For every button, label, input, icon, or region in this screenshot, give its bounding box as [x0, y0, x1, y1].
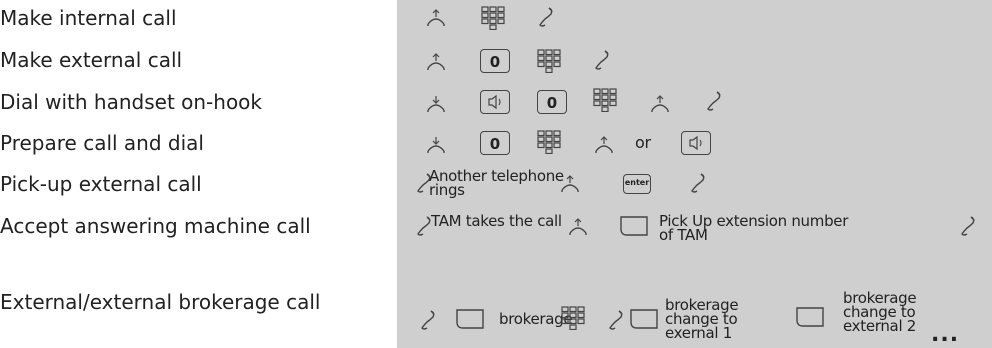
talk-icon — [607, 309, 625, 331]
handset-lift-icon — [425, 8, 447, 28]
talk-icon — [419, 309, 437, 331]
instruction-panel: 0 0 0 or Another telephone rings enter T… — [397, 0, 992, 348]
brokerage-step-text: exernal 1 — [665, 324, 732, 342]
handset-hangup-icon — [425, 135, 447, 155]
ellipsis: ... — [931, 322, 960, 347]
talk-icon — [593, 49, 611, 71]
handset-lift-icon — [425, 52, 447, 72]
procedure-label: Pick-up external call — [0, 172, 202, 196]
talk-icon — [689, 172, 707, 194]
function-key-icon — [795, 306, 825, 328]
handset-lift-icon — [567, 217, 589, 237]
speaker-key — [480, 90, 510, 114]
talk-icon — [705, 90, 723, 112]
handset-hangup-icon — [425, 94, 447, 114]
pickup-text: of TAM — [659, 226, 708, 244]
keypad-icon — [481, 6, 505, 30]
handset-lift-icon — [593, 135, 615, 155]
zero-key: 0 — [537, 90, 567, 114]
procedure-label: Make external call — [0, 48, 183, 72]
procedure-label: Dial with handset on-hook — [0, 90, 263, 114]
handset-lift-icon — [559, 174, 581, 194]
brokerage-step-text: external 2 — [843, 317, 917, 335]
handset-lift-icon — [649, 94, 671, 114]
procedure-label: External/external brokerage call — [0, 290, 321, 314]
another-phone-text: rings — [429, 181, 465, 199]
enter-key: enter — [623, 174, 651, 194]
zero-key: 0 — [480, 49, 510, 73]
function-key-icon — [629, 308, 659, 330]
or-text: or — [635, 133, 651, 152]
procedure-label: Make internal call — [0, 6, 177, 30]
procedure-label: Accept answering machine call — [0, 214, 311, 238]
zero-key: 0 — [480, 131, 510, 155]
keypad-icon — [593, 88, 617, 112]
talk-icon — [959, 215, 977, 237]
function-key-icon — [455, 308, 485, 330]
procedure-label: Prepare call and dial — [0, 131, 204, 155]
speaker-key — [681, 131, 711, 155]
function-key-icon — [619, 215, 649, 237]
talk-icon — [537, 6, 555, 28]
keypad-icon — [537, 130, 561, 154]
keypad-icon — [537, 49, 561, 73]
keypad-icon — [561, 306, 585, 330]
tam-takes-text: TAM takes the call — [431, 212, 562, 230]
